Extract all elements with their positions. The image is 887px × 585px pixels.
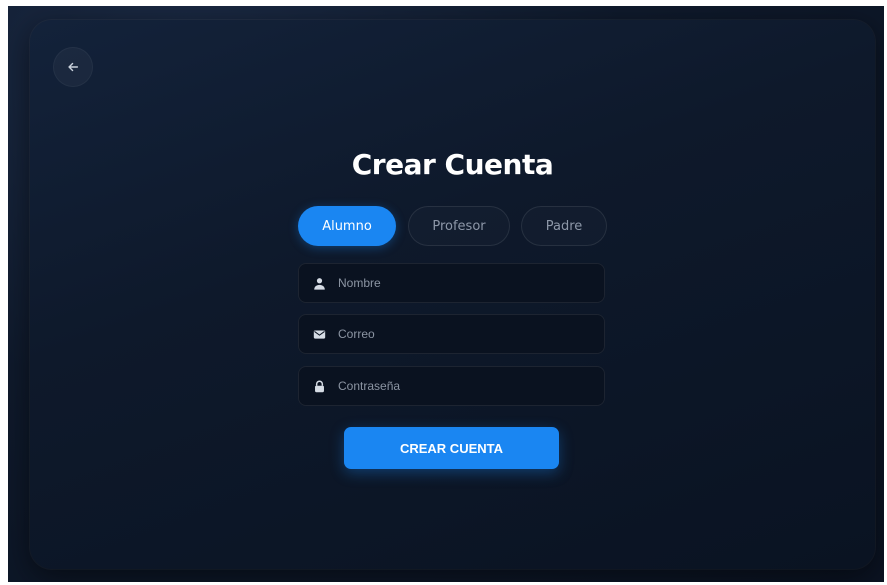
role-tab-padre[interactable]: Padre xyxy=(521,206,607,246)
signup-card: Crear Cuenta Alumno Profesor Padre Nombr… xyxy=(30,20,875,569)
name-field[interactable] xyxy=(298,263,605,303)
role-tab-profesor[interactable]: Profesor xyxy=(408,206,510,246)
user-icon xyxy=(312,276,326,290)
lock-icon xyxy=(312,379,326,393)
password-input[interactable] xyxy=(336,378,595,394)
back-button[interactable] xyxy=(54,48,92,86)
role-tab-alumno[interactable]: Alumno xyxy=(298,206,396,246)
email-input[interactable] xyxy=(336,326,595,342)
arrow-left-icon xyxy=(66,60,80,74)
app-screen: Crear Cuenta Alumno Profesor Padre Nombr… xyxy=(8,6,884,582)
password-field[interactable] xyxy=(298,366,605,406)
email-field[interactable] xyxy=(298,314,605,354)
envelope-icon xyxy=(312,327,326,341)
page-title: Crear Cuenta xyxy=(351,148,554,181)
name-input[interactable] xyxy=(336,275,595,291)
create-account-button[interactable]: CREAR CUENTA xyxy=(344,427,559,469)
role-selector: Alumno Profesor Padre xyxy=(298,206,608,246)
